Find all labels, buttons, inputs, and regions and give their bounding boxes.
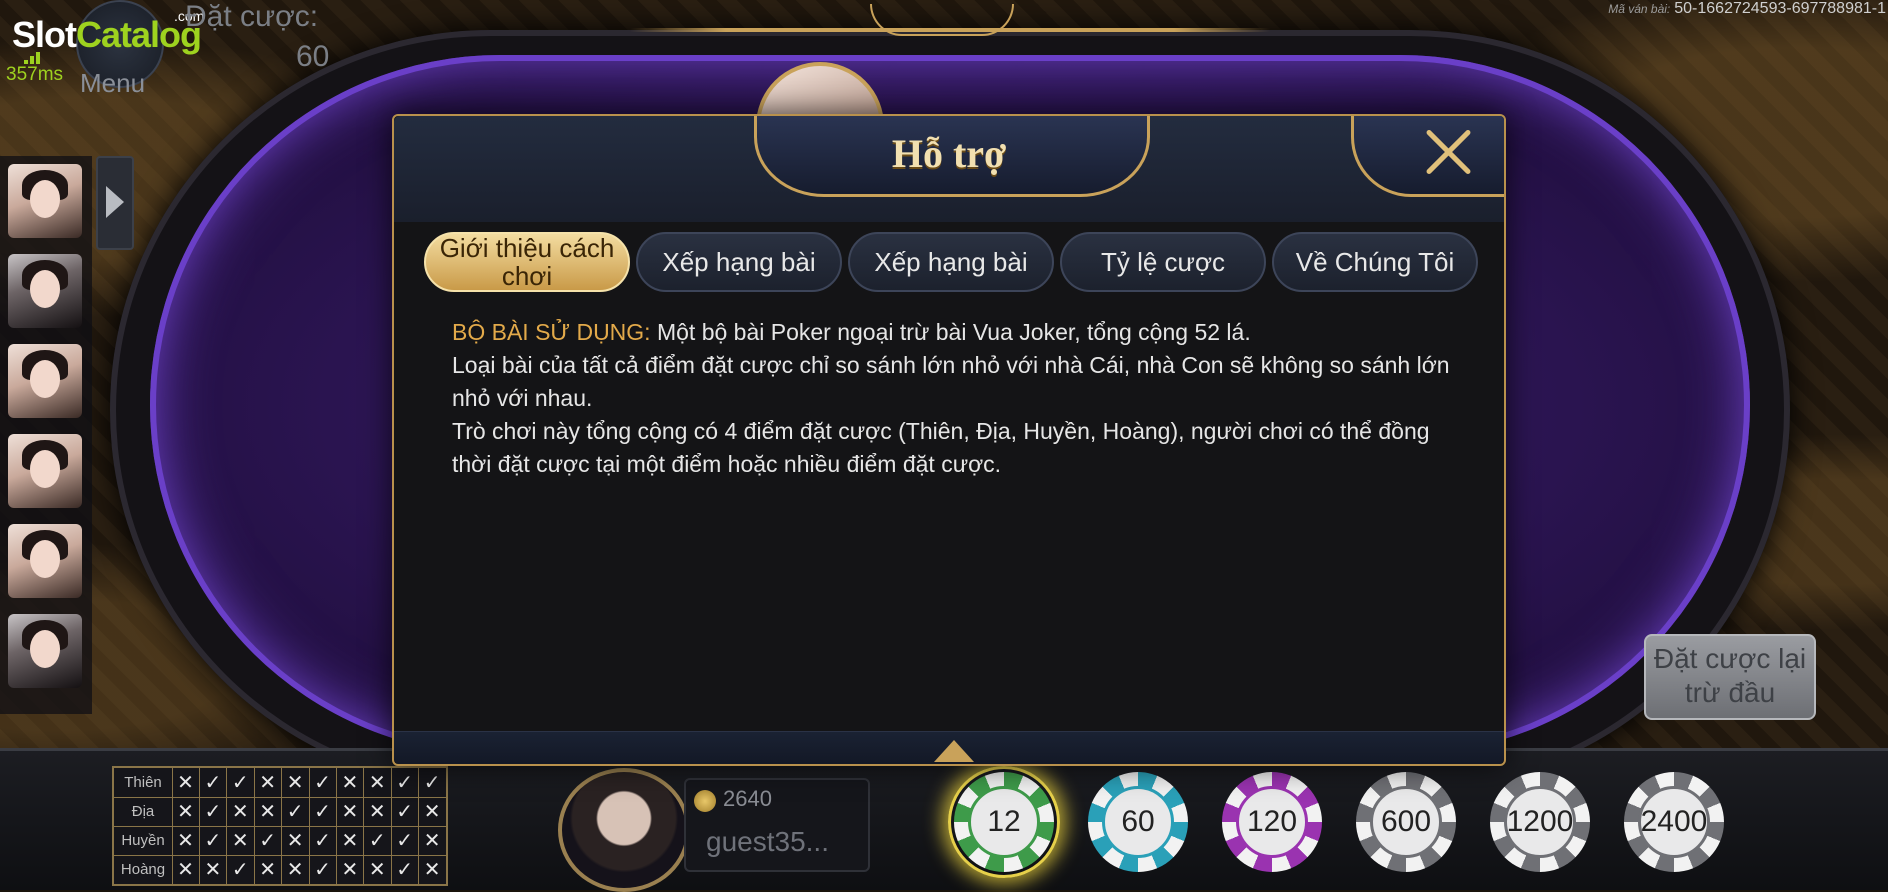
check-icon: ✓	[391, 855, 420, 884]
player-balance: 2640	[723, 786, 772, 811]
side-player-avatar[interactable]	[8, 344, 82, 418]
check-icon: ✓	[199, 797, 228, 826]
check-icon: ✓	[309, 768, 337, 797]
signal-icon	[24, 50, 46, 64]
cross-icon: ✕	[282, 855, 310, 884]
side-player-avatar[interactable]	[8, 614, 82, 688]
chip-value: 120	[1236, 786, 1308, 858]
tab-odds[interactable]: Tỷ lệ cược	[1060, 232, 1266, 292]
history-row-label: Hoàng	[114, 855, 173, 884]
check-icon: ✓	[391, 797, 420, 826]
menu-label[interactable]: Menu	[80, 68, 145, 99]
cross-icon: ✕	[199, 855, 228, 884]
check-icon: ✓	[391, 826, 420, 855]
cross-icon: ✕	[364, 855, 392, 884]
history-row-label: Thiên	[114, 768, 173, 797]
history-row: Địa ✕ ✓ ✕ ✕ ✓ ✓ ✕ ✕ ✓ ✕	[114, 797, 447, 827]
chip-600[interactable]: 600	[1356, 772, 1456, 872]
chip-120[interactable]: 120	[1222, 772, 1322, 872]
player-avatar[interactable]	[558, 768, 690, 892]
tab-card-ranking[interactable]: Xếp hạng bài	[636, 232, 842, 292]
cross-icon: ✕	[172, 797, 200, 826]
cross-icon: ✕	[419, 855, 447, 884]
history-row-label: Địa	[114, 797, 173, 826]
cross-icon: ✕	[172, 855, 200, 884]
side-player-avatar[interactable]	[8, 164, 82, 238]
cross-icon: ✕	[419, 797, 447, 826]
check-icon: ✓	[309, 826, 337, 855]
cross-icon: ✕	[282, 768, 310, 797]
expand-arrow-button[interactable]	[96, 156, 134, 250]
check-icon: ✓	[419, 768, 447, 797]
cross-icon: ✕	[364, 797, 392, 826]
rebet-button[interactable]: Đặt cược lại trừ đầu	[1644, 634, 1816, 720]
cross-icon: ✕	[419, 826, 447, 855]
close-icon[interactable]	[1418, 122, 1478, 182]
collapse-arrow-icon[interactable]	[934, 740, 974, 762]
rules-paragraph-2: Loại bài của tất cả điểm đặt cược chỉ so…	[452, 352, 1450, 411]
rules-content: BỘ BÀI SỬ DỤNG: Một bộ bài Poker ngoại t…	[452, 316, 1462, 481]
cross-icon: ✕	[254, 768, 283, 797]
side-player-list	[0, 156, 92, 714]
history-row: Huyền ✕ ✓ ✕ ✓ ✕ ✓ ✕ ✓ ✓ ✕	[114, 826, 447, 856]
history-row: Hoàng ✕ ✕ ✓ ✕ ✕ ✓ ✕ ✕ ✓ ✕	[114, 855, 447, 885]
chip-value: 600	[1370, 786, 1442, 858]
check-icon: ✓	[282, 797, 310, 826]
tab-card-ranking-2[interactable]: Xếp hạng bài	[848, 232, 1054, 292]
player-name: guest35...	[706, 826, 829, 857]
history-row-label: Huyền	[114, 826, 173, 855]
check-icon: ✓	[227, 855, 255, 884]
check-icon: ✓	[364, 826, 392, 855]
chip-12[interactable]: 12	[954, 772, 1054, 872]
cross-icon: ✕	[364, 768, 392, 797]
top-ornament-crest	[870, 4, 1014, 36]
side-player-avatar[interactable]	[8, 254, 82, 328]
chevron-right-icon	[106, 186, 124, 218]
coin-icon	[694, 790, 716, 812]
chip-2400[interactable]: 2400	[1624, 772, 1724, 872]
cross-icon: ✕	[227, 826, 255, 855]
check-icon: ✓	[254, 826, 283, 855]
cross-icon: ✕	[254, 855, 283, 884]
chip-60[interactable]: 60	[1088, 772, 1188, 872]
cross-icon: ✕	[282, 826, 310, 855]
cross-icon: ✕	[172, 826, 200, 855]
check-icon: ✓	[309, 797, 337, 826]
tab-how-to-play[interactable]: Giới thiệu cách chơi	[424, 232, 630, 292]
check-icon: ✓	[199, 826, 228, 855]
side-player-avatar[interactable]	[8, 434, 82, 508]
cross-icon: ✕	[336, 826, 365, 855]
cross-icon: ✕	[254, 797, 283, 826]
cross-icon: ✕	[172, 768, 200, 797]
rules-heading: BỘ BÀI SỬ DỤNG:	[452, 319, 651, 345]
result-history-table: Thiên ✕ ✓ ✓ ✕ ✕ ✓ ✕ ✕ ✓ ✓ Địa ✕ ✓ ✕ ✕ ✓ ✓ ✕ ✕ ✓ ✕ Huyền ✕ ✓ ✕ ✓ ✕ ✓ ✕…	[112, 766, 448, 886]
round-id: Mã ván bài: 50-1662724593-697788981-1	[1608, 0, 1886, 17]
chip-value: 12	[968, 786, 1040, 858]
check-icon: ✓	[227, 768, 255, 797]
cross-icon: ✕	[336, 797, 365, 826]
check-icon: ✓	[199, 768, 228, 797]
chip-value: 2400	[1638, 786, 1710, 858]
help-dialog: Hỗ trợ Giới thiệu cách chơi Xếp hạng bài…	[392, 114, 1506, 766]
dialog-title: Hỗ trợ	[891, 131, 1007, 176]
chip-1200[interactable]: 1200	[1490, 772, 1590, 872]
latency-text: 357ms	[6, 64, 64, 85]
cross-icon: ✕	[336, 768, 365, 797]
chip-value: 1200	[1504, 786, 1576, 858]
tab-bar: Giới thiệu cách chơi Xếp hạng bài Xếp hạ…	[424, 232, 1484, 294]
cross-icon: ✕	[227, 797, 255, 826]
bet-label: Đặt cược:	[185, 0, 319, 33]
side-player-avatar[interactable]	[8, 524, 82, 598]
check-icon: ✓	[309, 855, 337, 884]
bet-value: 60	[296, 40, 330, 73]
check-icon: ✓	[391, 768, 420, 797]
cross-icon: ✕	[336, 855, 365, 884]
history-row: Thiên ✕ ✓ ✓ ✕ ✕ ✓ ✕ ✕ ✓ ✓	[114, 768, 447, 798]
rules-paragraph-1: BỘ BÀI SỬ DỤNG: Một bộ bài Poker ngoại t…	[452, 319, 1251, 345]
chip-value: 60	[1102, 786, 1174, 858]
rules-paragraph-3: Trò chơi này tổng cộng có 4 điểm đặt cượ…	[452, 418, 1430, 477]
tab-about-us[interactable]: Về Chúng Tôi	[1272, 232, 1478, 292]
